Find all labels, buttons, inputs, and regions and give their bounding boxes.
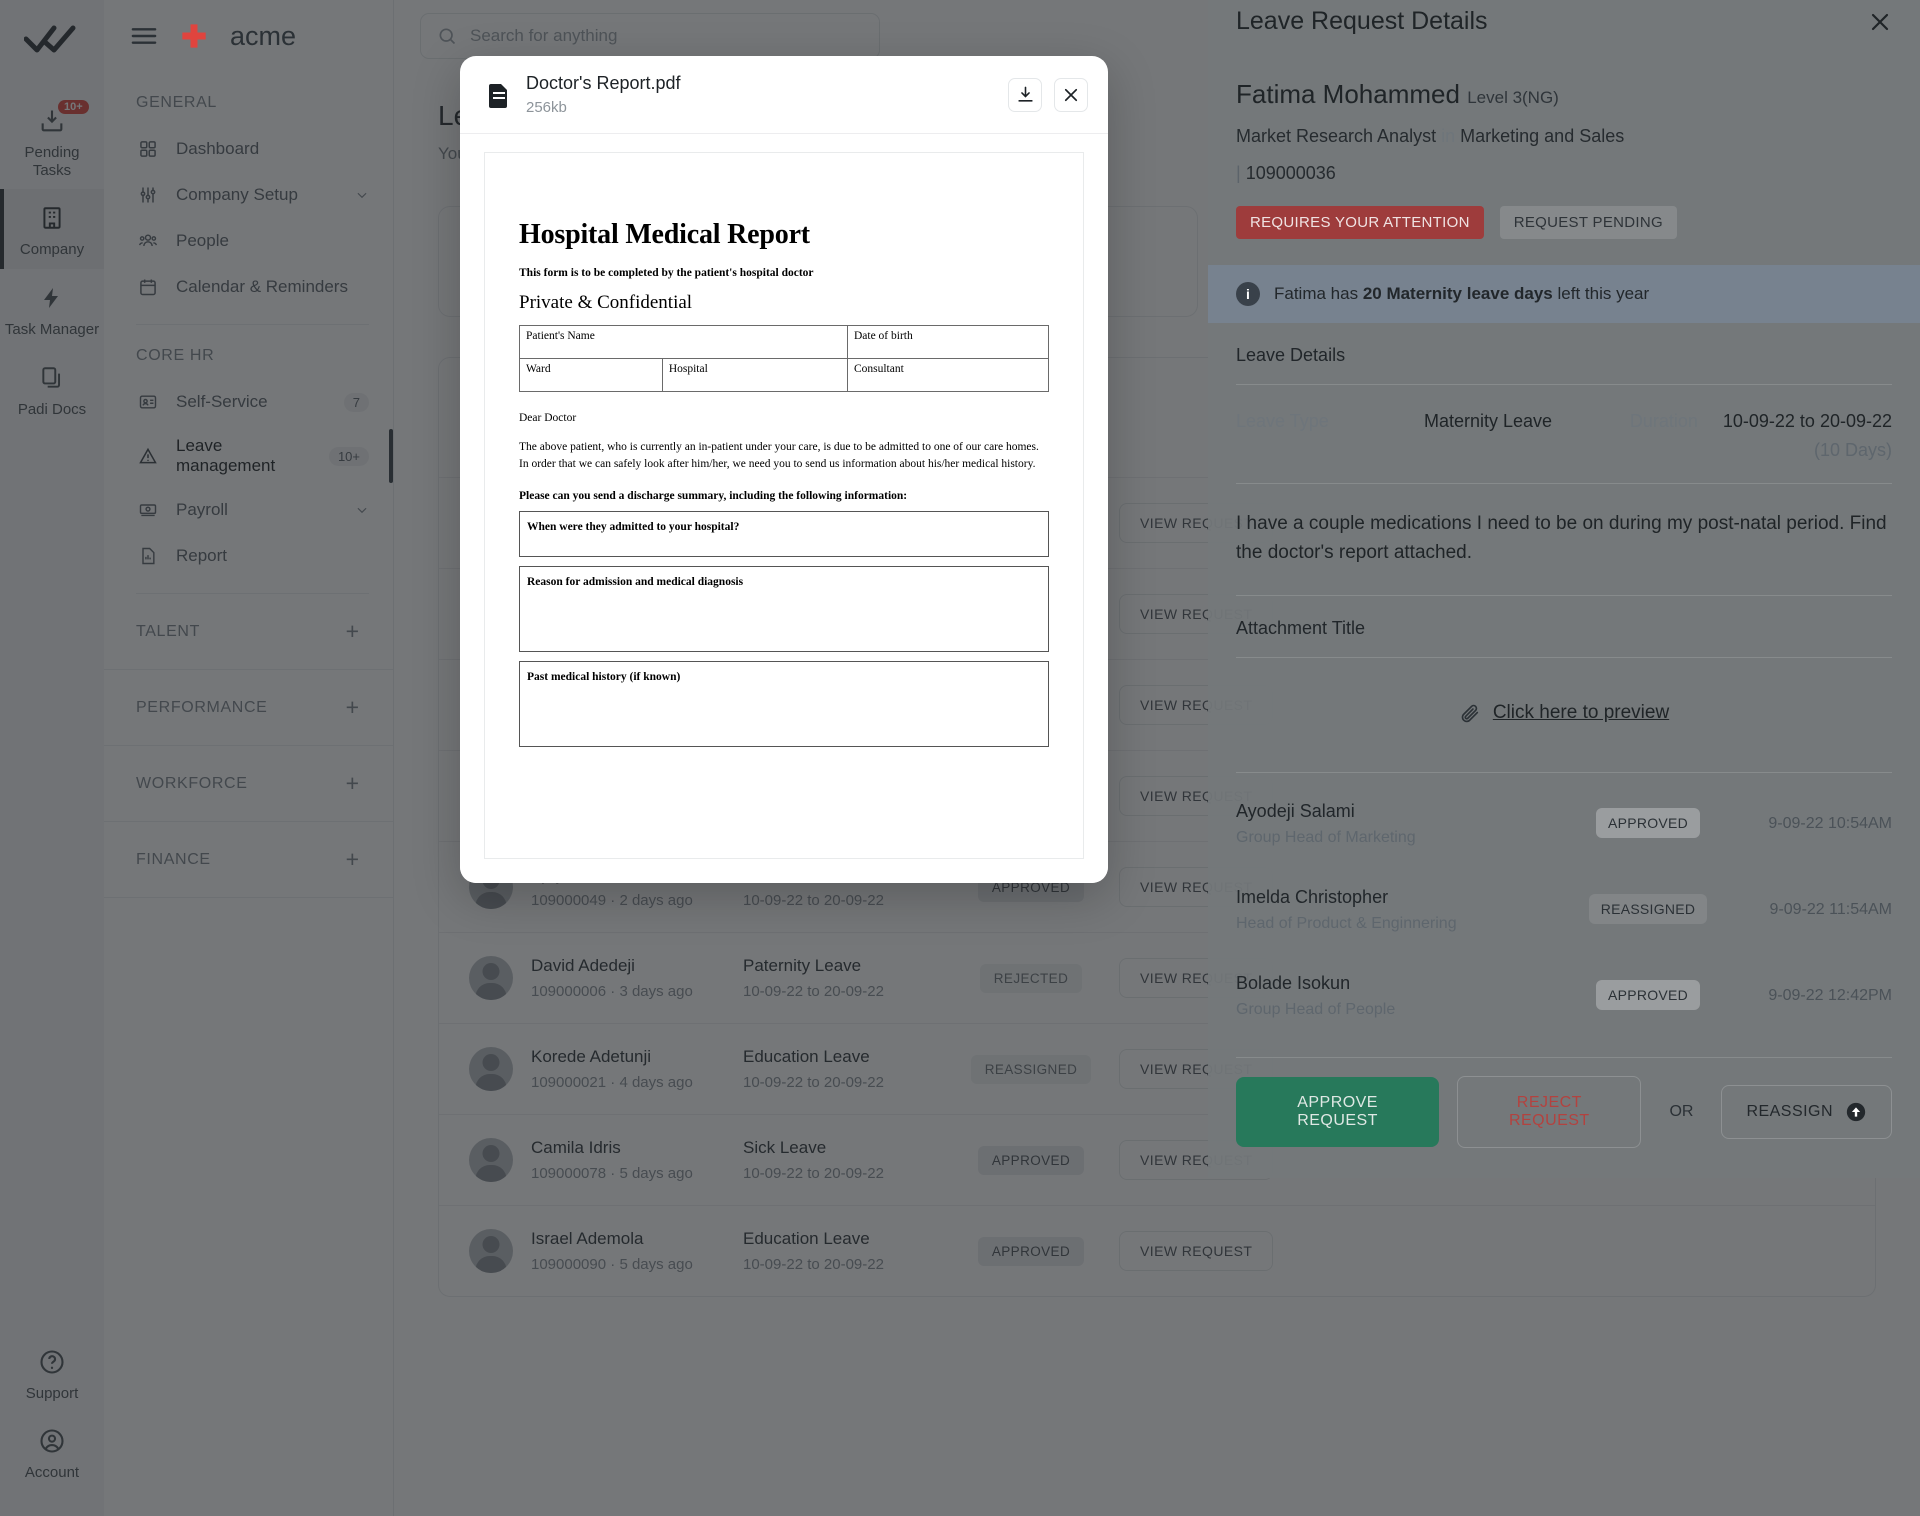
approver-name: Ayodeji Salami [1236,801,1355,821]
status-badges: REQUIRES YOUR ATTENTION REQUEST PENDING [1236,206,1892,239]
approver-row: Ayodeji Salami Group Head of Marketing A… [1236,773,1892,867]
brand-name: acme [230,20,297,51]
approver-row: Bolade Isokun Group Head of People APPRO… [1236,953,1892,1039]
pdf-confidential: Private & Confidential [519,292,693,313]
detail-duration: Duration 10-09-22 to 20-09-22 (10 Days) [1552,411,1892,461]
employee-name: Fatima Mohammed Level 3(NG) [1236,79,1559,109]
modal-file-size: 256kb [526,99,567,116]
pdf-preview-modal: Doctor's Report.pdf 256kb Hospital Medic… [460,56,1108,883]
pdf-table-row: Ward Hospital Consultant [519,358,1050,392]
reassign-button[interactable]: REASSIGN [1721,1085,1892,1139]
detail-row-leave-type: Leave Type Maternity Leave Duration 10-0… [1236,385,1892,461]
approver-time: 9-09-22 11:54AM [1769,901,1892,918]
pdf-cell-consultant: Consultant [846,358,1050,392]
leave-details-title: Leave Details [1236,345,1346,365]
modal-header: Doctor's Report.pdf 256kb [460,56,1108,134]
approver-info: Imelda Christopher Head of Product & Eng… [1236,887,1584,933]
arrow-up-circle-icon [1845,1101,1867,1123]
file-icon [486,80,512,110]
drawer-title: Leave Request Details [1236,7,1488,35]
approver-role: Group Head of Marketing [1236,829,1416,846]
brand-header: acme [104,0,394,72]
modal-body[interactable]: Hospital Medical Report This form is to … [460,134,1108,883]
approver-name: Imelda Christopher [1236,887,1389,907]
duration-days: (10 Days) [1813,440,1892,460]
attachment-preview-link[interactable]: Click here to preview [1459,702,1669,724]
duration-value: 10-09-22 to 20-09-22 [1722,411,1892,431]
drawer-header: Leave Request Details [1208,0,1920,43]
employee-id: | 109000036 [1236,163,1336,183]
approver-status-cell: REASSIGNED [1584,894,1712,924]
close-icon[interactable] [1862,4,1898,40]
status-badge: APPROVED [1595,980,1701,1010]
modal-file-name: Doctor's Report.pdf [526,73,681,93]
approver-status-cell: APPROVED [1584,808,1712,838]
approver-info: Bolade Isokun Group Head of People [1236,973,1584,1019]
reason-text: I have a couple medications I need to be… [1236,513,1887,563]
pdf-field-admitted: When were they admitted to your hospital… [519,510,1049,557]
detail-key: Leave Type [1236,411,1329,431]
leave-balance-info-bar: i Fatima has 20 Maternity leave days lef… [1208,265,1920,323]
drawer-body: Fatima Mohammed Level 3(NG) Market Resea… [1208,43,1920,1058]
pdf-cell-hospital: Hospital [661,358,848,392]
employee-role: Market Research Analyst in Marketing and… [1236,126,1625,146]
attachment-title: Attachment Title [1236,618,1366,638]
approve-request-button[interactable]: APPROVE REQUEST [1236,1077,1440,1147]
modal-file-meta: Doctor's Report.pdf 256kb [526,73,996,116]
info-icon: i [1236,282,1260,306]
approver-time: 9-09-22 10:54AM [1768,815,1892,832]
requires-attention-badge: REQUIRES YOUR ATTENTION [1236,206,1484,239]
pdf-patient-table: Patient's Name Date of birth Ward Hospit… [519,325,1050,392]
pdf-cell-patient-name: Patient's Name [519,325,848,359]
employee-level: Level 3(NG) [1467,88,1559,107]
app-root: 10+ Pending Tasks Company Task Manager [0,0,1920,1516]
pdf-field-label: When were they admitted to your hospital… [527,520,740,533]
pdf-title: Hospital Medical Report [519,219,810,250]
approver-name: Bolade Isokun [1236,973,1351,993]
hamburger-menu-icon[interactable] [130,26,158,46]
drawer-actions: APPROVE REQUEST REJECT REQUEST OR REASSI… [1208,1058,1920,1178]
paperclip-icon [1459,702,1481,724]
pdf-cell-ward: Ward [519,358,663,392]
pdf-field-reason: Reason for admission and medical diagnos… [519,565,1049,652]
close-icon[interactable] [1054,77,1088,112]
approver-row: Imelda Christopher Head of Product & Eng… [1236,867,1892,953]
duration-key: Duration [1629,411,1698,431]
pdf-salutation: Dear Doctor [519,412,577,424]
attachment-label: Click here to preview [1492,702,1670,723]
pdf-field-history: Past medical history (if known) [519,660,1049,747]
reject-request-button[interactable]: REJECT REQUEST [1457,1076,1642,1148]
pdf-request-line: Please can you send a discharge summary,… [519,489,908,502]
status-badge: REASSIGNED [1588,894,1708,924]
pdf-cell-dob: Date of birth [846,325,1050,359]
pdf-table-row: Patient's Name Date of birth [519,325,1050,359]
pdf-page: Hospital Medical Report This form is to … [484,152,1084,859]
leave-request-details-drawer: Leave Request Details Fatima Mohammed Le… [1208,0,1920,1178]
reassign-label: REASSIGN [1746,1103,1833,1120]
approver-time: 9-09-22 12:42PM [1768,987,1892,1004]
attachment-preview-wrap: Click here to preview [1236,658,1892,772]
status-badge: APPROVED [1595,808,1701,838]
red-cross-icon [180,22,208,50]
request-pending-badge: REQUEST PENDING [1499,206,1677,239]
download-icon[interactable] [1008,77,1042,112]
approver-status-cell: APPROVED [1584,980,1712,1010]
pdf-field-label: Reason for admission and medical diagnos… [527,575,744,588]
approver-role: Group Head of People [1236,1001,1396,1018]
pdf-paragraph: The above patient, who is currently an i… [519,441,1039,471]
or-label: OR [1669,1103,1694,1120]
info-text: Fatima has 20 Maternity leave days left … [1274,284,1650,303]
approver-role: Head of Product & Enginnering [1236,915,1457,932]
detail-value: Maternity Leave [1424,411,1553,431]
approver-info: Ayodeji Salami Group Head of Marketing [1236,801,1584,847]
pdf-subtitle: This form is to be completed by the pati… [519,267,814,279]
pdf-field-label: Past medical history (if known) [527,670,681,683]
